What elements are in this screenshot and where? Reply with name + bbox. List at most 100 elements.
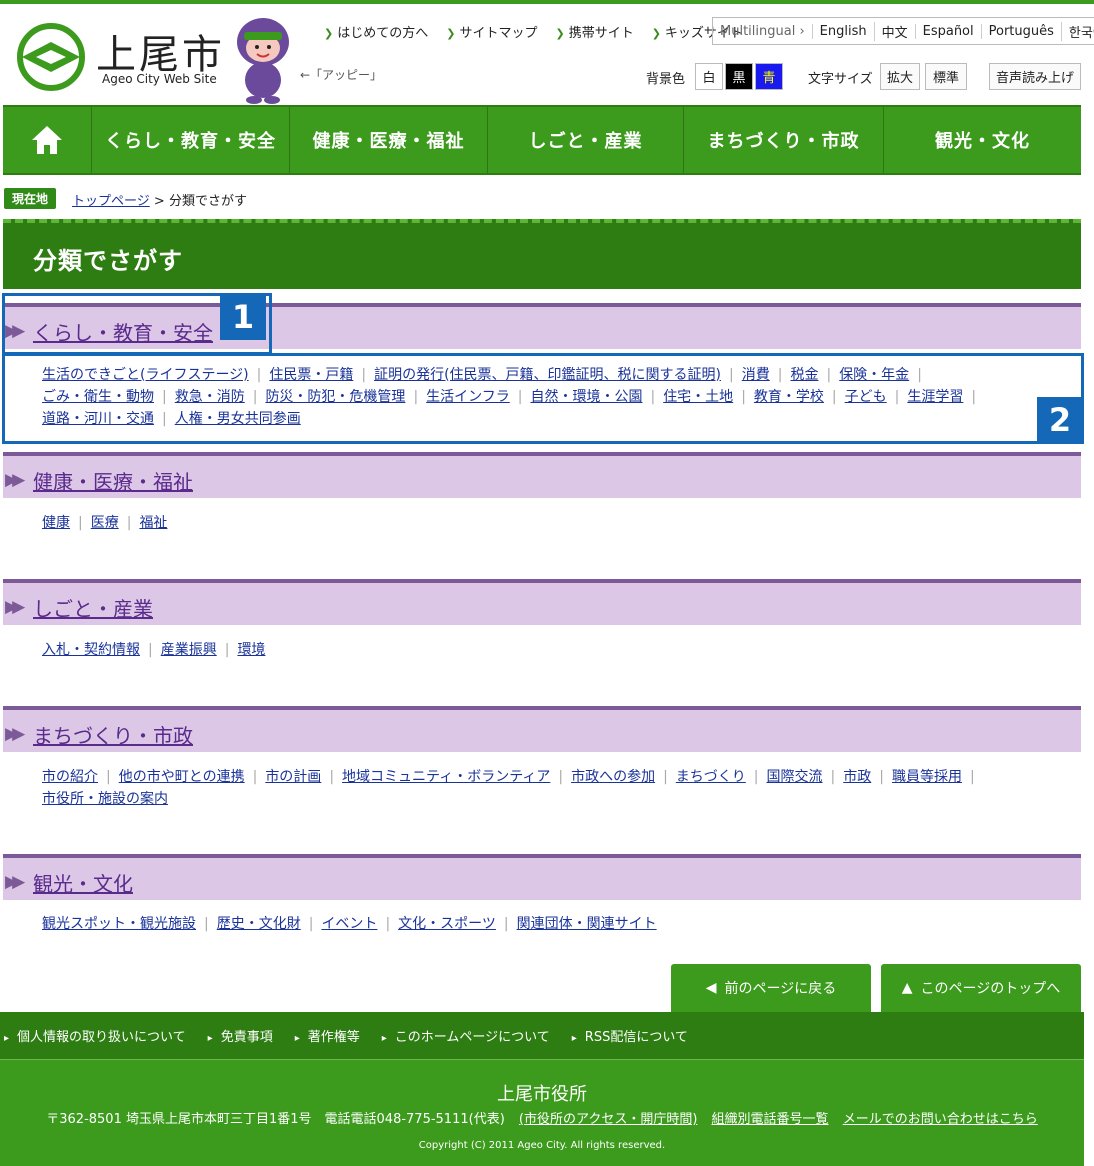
link-sitemap[interactable]: サイトマップ	[446, 22, 537, 41]
subcategory-list-city: 市の紹介 | 他の市や町との連携 | 市の計画 | 地域コミュニティ・ボランティア | 市政への…	[42, 766, 1052, 810]
footer-links: 個人情報の取り扱いについて 免責事項 著作権等 このホームページについて RSS…	[0, 1012, 1084, 1060]
subcategory-link[interactable]: 市政	[843, 769, 871, 785]
category-link-tourism[interactable]: 観光・文化	[33, 868, 133, 897]
subcategory-link[interactable]: まちづくり	[676, 769, 746, 785]
category-header-work: ▶▶ しごと・産業	[3, 579, 1081, 625]
page-title: 分類でさがす	[33, 247, 183, 275]
subcategory-link[interactable]: イベント	[321, 916, 377, 932]
footer-office-name: 上尾市役所	[497, 1084, 587, 1105]
subcategory-link[interactable]: 医療	[91, 515, 119, 531]
footer-link-about[interactable]: このホームページについて	[382, 1026, 550, 1045]
back-button[interactable]: ◀ 前のページに戻る	[671, 964, 871, 1012]
font-enlarge-button[interactable]: 拡大	[880, 63, 920, 90]
footer-address-line: 〒362-8501 埼玉県上尾市本町三丁目1番1号 電話電話048-775-51…	[0, 1108, 1084, 1127]
subcategory-link[interactable]: 関連団体・関連サイト	[517, 916, 657, 932]
subcategory-link[interactable]: 市政への参加	[571, 769, 655, 785]
subcategory-link[interactable]: 国際交流	[767, 769, 823, 785]
footer-copyright: Copyright (C) 2011 Ageo City. All rights…	[418, 1140, 666, 1151]
subcategory-list-health: 健康 | 医療 | 福祉	[42, 512, 1052, 534]
category-link-city[interactable]: まちづくり・市政	[33, 720, 193, 749]
bg-color-label: 背景色	[646, 72, 686, 87]
bg-white-button[interactable]: 白	[695, 63, 723, 90]
subcategory-link[interactable]: 市の紹介	[42, 769, 98, 785]
site-footer: 上尾市役所 〒362-8501 埼玉県上尾市本町三丁目1番1号 電話電話048-…	[0, 1060, 1084, 1166]
logo-subtitle: Ageo City Web Site	[102, 72, 217, 86]
footer-link-rss[interactable]: RSS配信について	[572, 1026, 688, 1045]
link-beginners[interactable]: はじめての方へ	[324, 22, 428, 41]
category-link-health[interactable]: 健康・医療・福祉	[33, 466, 193, 495]
link-separator: |	[148, 642, 153, 658]
callout-box-2	[2, 353, 1084, 444]
subcategory-link[interactable]: 文化・スポーツ	[398, 916, 496, 932]
home-icon	[32, 126, 62, 154]
footer-link-copyright[interactable]: 著作権等	[295, 1026, 360, 1045]
language-selector: Multilingual › English 中文 Español Portug…	[712, 17, 1094, 45]
subcategory-link[interactable]: 地域コミュニティ・ボランティア	[342, 769, 550, 785]
nav-health[interactable]: 健康・医療・福祉	[289, 107, 487, 173]
mascot-appy-icon	[237, 18, 289, 104]
lang-chinese[interactable]: 中文	[873, 21, 915, 41]
lang-korean[interactable]: 한국어	[1060, 21, 1094, 41]
subcategory-link[interactable]: 産業振興	[161, 642, 217, 658]
subcategory-link[interactable]: 環境	[237, 642, 265, 658]
subcategory-link[interactable]: 職員等採用	[892, 769, 962, 785]
double-arrow-icon: ▶▶	[5, 470, 25, 490]
link-separator: |	[753, 769, 759, 785]
category-header-city: ▶▶ まちづくり・市政	[3, 706, 1081, 752]
breadcrumb-label: 現在地	[4, 188, 56, 209]
link-separator: |	[308, 916, 314, 932]
link-mobile[interactable]: 携帯サイト	[555, 22, 634, 41]
subcategory-link[interactable]: 健康	[42, 515, 70, 531]
subcategory-link[interactable]: 市の計画	[265, 769, 321, 785]
font-size-label: 文字サイズ	[808, 72, 873, 87]
subcategory-list-tourism: 観光スポット・観光施設 | 歴史・文化財 | イベント | 文化・スポーツ | 関連団体・関連サ…	[42, 913, 1052, 935]
arrow-up-icon: ▲	[901, 980, 913, 996]
footer-link-disclaimer[interactable]: 免責事項	[208, 1026, 273, 1045]
footer-link-privacy[interactable]: 個人情報の取り扱いについて	[4, 1026, 186, 1045]
footer-access-link[interactable]: (市役所のアクセス・開庁時間)	[519, 1112, 698, 1127]
nav-home[interactable]	[3, 107, 91, 173]
bg-black-button[interactable]: 黒	[725, 63, 753, 90]
footer-phone-list-link[interactable]: 組織別電話番号一覧	[712, 1112, 829, 1127]
double-arrow-icon: ▶▶	[5, 597, 25, 617]
link-separator: |	[385, 916, 391, 932]
page-top-button[interactable]: ▲ このページのトップへ	[881, 964, 1081, 1012]
voice-reading-button[interactable]: 音声読み上げ	[989, 63, 1081, 90]
breadcrumb-top-link[interactable]: トップページ	[72, 194, 150, 209]
link-separator: |	[329, 769, 335, 785]
link-separator: |	[969, 769, 975, 785]
font-standard-button[interactable]: 標準	[925, 63, 967, 90]
subcategory-link[interactable]: 市役所・施設の案内	[42, 791, 168, 807]
link-separator: |	[663, 769, 668, 785]
city-emblem-icon	[17, 23, 85, 91]
main-nav: くらし・教育・安全 健康・医療・福祉 しごと・産業 まちづくり・市政 観光・文化	[3, 105, 1081, 175]
nav-tourism[interactable]: 観光・文化	[883, 107, 1081, 173]
subcategory-link[interactable]: 福祉	[139, 515, 167, 531]
nav-city[interactable]: まちづくり・市政	[683, 107, 883, 173]
footer-mail-link[interactable]: メールでのお問い合わせはこちら	[843, 1112, 1038, 1127]
category-header-health: ▶▶ 健康・医療・福祉	[3, 452, 1081, 498]
lang-english[interactable]: English	[811, 23, 874, 39]
top-accent-line	[0, 0, 1094, 4]
page-top-button-label: このページのトップへ	[920, 981, 1061, 997]
page-title-band: 分類でさがす	[3, 219, 1081, 289]
breadcrumb-current: 分類でさがす	[168, 194, 247, 209]
subcategory-link[interactable]: 他の市や町との連携	[119, 769, 245, 785]
subcategory-list-work: 入札・契約情報 | 産業振興 | 環境	[42, 639, 1052, 661]
bg-blue-button[interactable]: 青	[755, 63, 783, 90]
link-separator: |	[879, 769, 884, 785]
link-separator: |	[224, 642, 230, 658]
subcategory-link[interactable]: 歴史・文化財	[217, 916, 301, 932]
utility-links: はじめての方へ サイトマップ 携帯サイト キッズサイト	[324, 22, 743, 41]
nav-life[interactable]: くらし・教育・安全	[91, 107, 289, 173]
lang-multilingual: Multilingual ›	[720, 23, 805, 39]
site-logo[interactable]: 上尾市 Ageo City Web Site	[16, 22, 226, 92]
back-button-label: 前のページに戻る	[724, 981, 837, 997]
category-link-work[interactable]: しごと・産業	[33, 593, 153, 622]
lang-portuguese[interactable]: Português	[980, 23, 1061, 39]
nav-work[interactable]: しごと・産業	[487, 107, 683, 173]
subcategory-link[interactable]: 入札・契約情報	[42, 642, 140, 658]
lang-spanish[interactable]: Español	[914, 23, 981, 39]
subcategory-link[interactable]: 観光スポット・観光施設	[42, 916, 196, 932]
link-separator: |	[830, 769, 836, 785]
